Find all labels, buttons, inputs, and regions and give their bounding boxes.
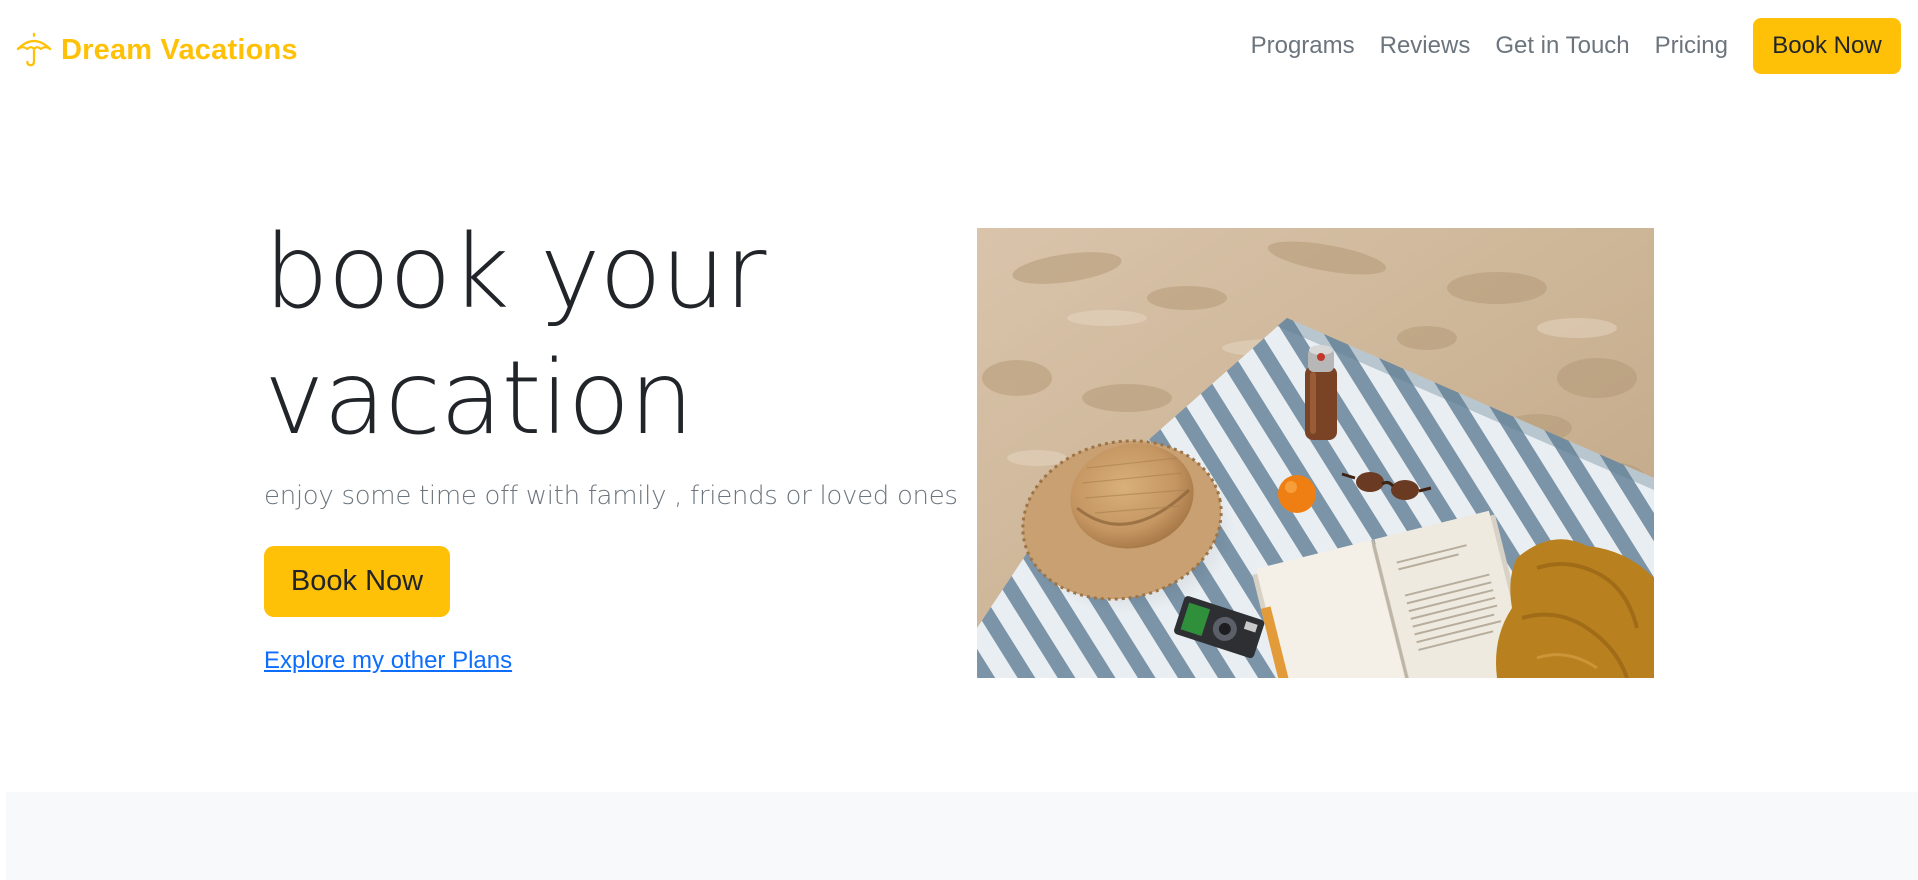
nav-link-get-in-touch[interactable]: Get in Touch [1495,30,1629,62]
hero-section: book your vacation enjoy some time off w… [264,210,964,675]
nav-link-pricing[interactable]: Pricing [1655,30,1728,62]
brand-name: Dream Vacations [61,33,298,66]
nav-link-programs[interactable]: Programs [1251,30,1355,62]
nav-links: Programs Reviews Get in Touch Pricing Bo… [1251,18,1901,74]
features-section [6,792,1918,880]
navbar: Dream Vacations Programs Reviews Get in … [0,0,1918,100]
beach-picnic-image [977,228,1654,678]
nav-link-reviews[interactable]: Reviews [1380,30,1471,62]
hero-book-now-button[interactable]: Book Now [264,546,450,617]
explore-plans-link[interactable]: Explore my other Plans [264,647,512,675]
brand-logo-link[interactable]: Dream Vacations [15,31,298,69]
hero-subtitle: enjoy some time off with family , friend… [264,481,958,511]
nav-book-now-button[interactable]: Book Now [1753,18,1901,74]
umbrella-icon [16,32,52,67]
hero-title: book your vacation [264,213,766,458]
